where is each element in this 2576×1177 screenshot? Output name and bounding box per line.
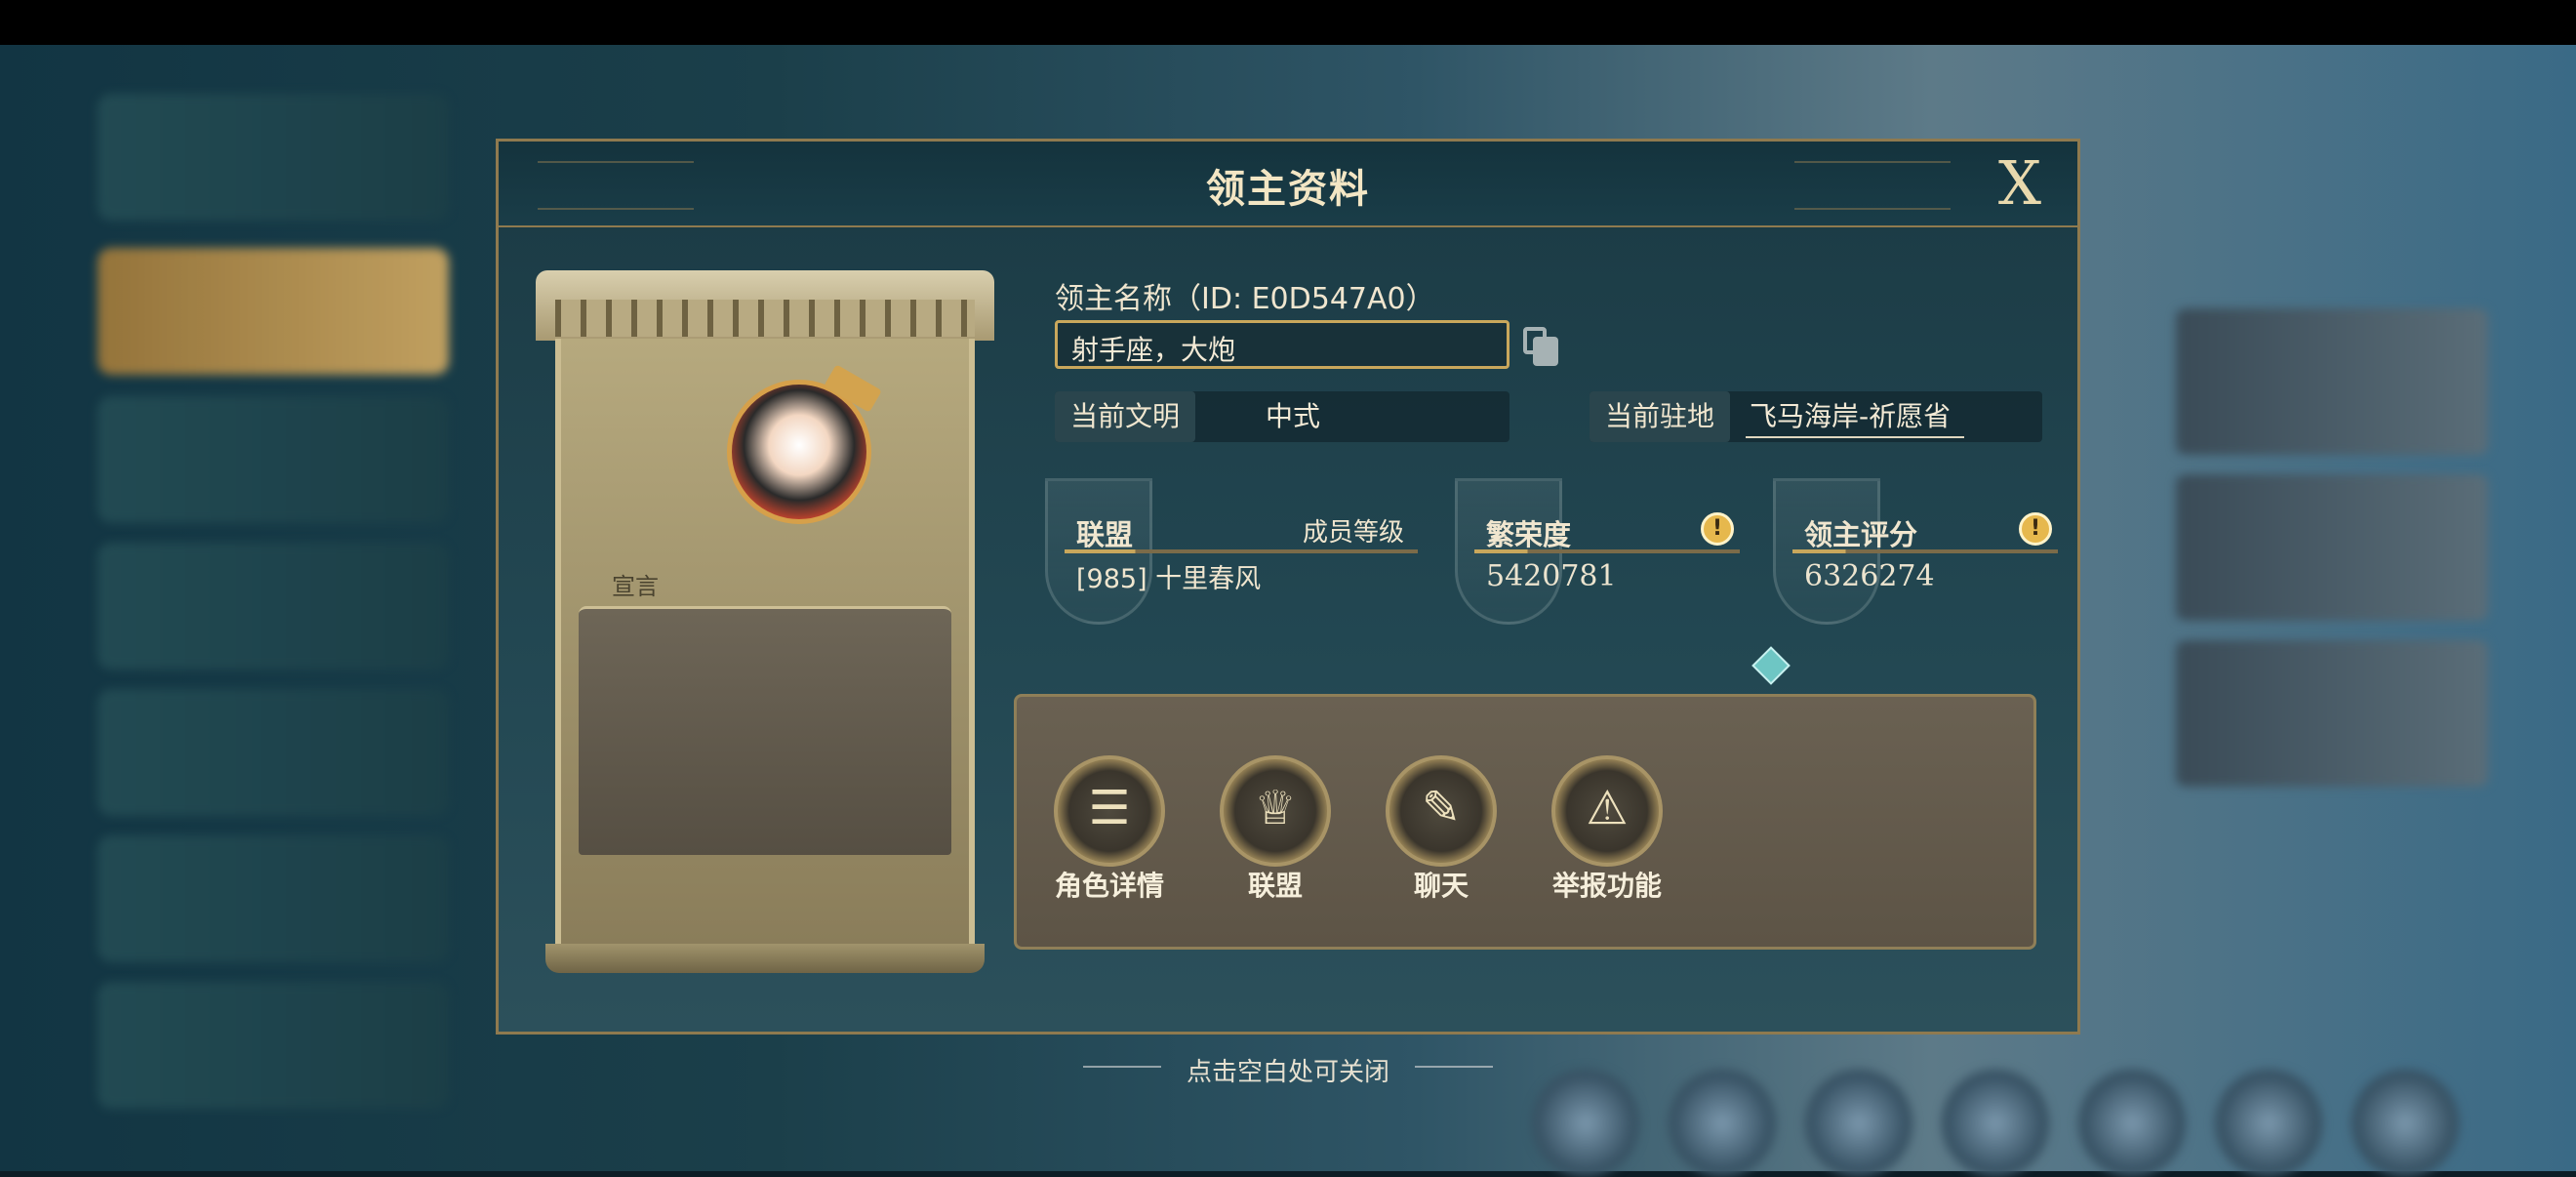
bg-menu-tile xyxy=(98,543,449,670)
bg-hero-card xyxy=(2176,474,2488,621)
prosperity-value: 5420781 xyxy=(1486,559,1617,593)
bg-hero-card xyxy=(2176,640,2488,787)
lord-name-value: 射手座，大炮 xyxy=(1071,334,1236,366)
bg-menu-tile xyxy=(98,982,449,1109)
bg-unit-icon xyxy=(2352,1070,2459,1177)
alliance-label: 联盟 xyxy=(1247,870,1303,902)
chat-button[interactable]: ✎ 聊天 xyxy=(1368,755,1514,912)
report-label: 举报功能 xyxy=(1551,870,1662,902)
civilization-field: 当前文明 中式 xyxy=(1055,391,1509,442)
civilization-value: 中式 xyxy=(1266,400,1321,432)
lord-name-label: 领主名称（ID: E0D547A0） xyxy=(1055,282,1435,316)
bg-menu-tile xyxy=(98,248,449,375)
bg-unit-icon xyxy=(2078,1070,2186,1177)
member-rank-label: 成员等级 xyxy=(1303,518,1405,548)
lord-profile-dialog: 领主资料 X 宣言 领主名称（ID: E0D547A0） 射手座，大炮 当前文明… xyxy=(496,139,2080,1035)
role-details-button[interactable]: ☰ 角色详情 xyxy=(1036,755,1183,912)
actions-panel: ☰ 角色详情 ♕ 联盟 ✎ 聊天 ⚠ 举报功能 xyxy=(1014,694,2036,950)
book-icon: ☰ xyxy=(1054,755,1165,867)
lord-score-divider xyxy=(1792,549,2058,553)
hint-ornament-right xyxy=(1415,1066,1493,1068)
residence-value: 飞马海岸-祈愿省 xyxy=(1750,400,1952,432)
dialog-header: 领主资料 X xyxy=(499,142,2077,227)
bg-menu-tile xyxy=(98,94,449,221)
declaration-label: 宣言 xyxy=(612,573,659,600)
prosperity-info-icon[interactable]: ! xyxy=(1701,512,1734,546)
scroll-arch-ornament xyxy=(555,300,975,337)
bg-unit-icon xyxy=(1532,1070,1639,1177)
lord-score-info-icon[interactable]: ! xyxy=(2019,512,2052,546)
bg-hero-card xyxy=(2176,308,2488,455)
role-details-label: 角色详情 xyxy=(1054,870,1164,902)
member-rank-icon xyxy=(1751,646,1791,685)
prosperity-divider xyxy=(1474,549,1740,553)
bg-menu-tile xyxy=(98,835,449,962)
prosperity-title: 繁荣度 xyxy=(1486,518,1572,551)
warning-icon: ⚠ xyxy=(1551,755,1663,867)
residence-field: 当前驻地 飞马海岸-祈愿省 xyxy=(1590,391,2042,442)
civilization-label: 当前文明 xyxy=(1055,391,1196,442)
bg-menu-tile xyxy=(98,689,449,816)
bg-unit-icon xyxy=(1942,1070,2049,1177)
scroll-bottom xyxy=(545,944,985,973)
dialog-title: 领主资料 xyxy=(1206,167,1370,212)
alliance-title: 联盟 xyxy=(1076,518,1134,551)
residence-underline xyxy=(1746,436,1964,438)
lord-name-field: 射手座，大炮 xyxy=(1055,320,1509,369)
trophy-icon: ♕ xyxy=(1220,755,1331,867)
chat-icon: ✎ xyxy=(1386,755,1497,867)
declaration-box[interactable] xyxy=(579,606,951,855)
residence-label: 当前驻地 xyxy=(1590,391,1731,442)
bg-unit-icon xyxy=(1669,1070,1776,1177)
report-button[interactable]: ⚠ 举报功能 xyxy=(1534,755,1680,912)
bg-unit-icon xyxy=(1805,1070,1912,1177)
alliance-value: [985] 十里春风 xyxy=(1076,564,1262,594)
alliance-button[interactable]: ♕ 联盟 xyxy=(1202,755,1348,912)
copy-icon[interactable] xyxy=(1523,327,1558,366)
lord-portrait-panel: 宣言 xyxy=(536,270,994,973)
close-hint: 点击空白处可关闭 xyxy=(1186,1058,1389,1087)
lord-score-title: 领主评分 xyxy=(1804,518,1918,551)
lord-score-value: 6326274 xyxy=(1804,559,1935,593)
top-black-bar xyxy=(0,0,2576,45)
bg-unit-icon xyxy=(2215,1070,2322,1177)
chat-label: 聊天 xyxy=(1413,870,1469,902)
alliance-divider xyxy=(1065,549,1418,553)
bg-menu-tile xyxy=(98,396,449,523)
close-button[interactable]: X xyxy=(1986,149,2054,218)
